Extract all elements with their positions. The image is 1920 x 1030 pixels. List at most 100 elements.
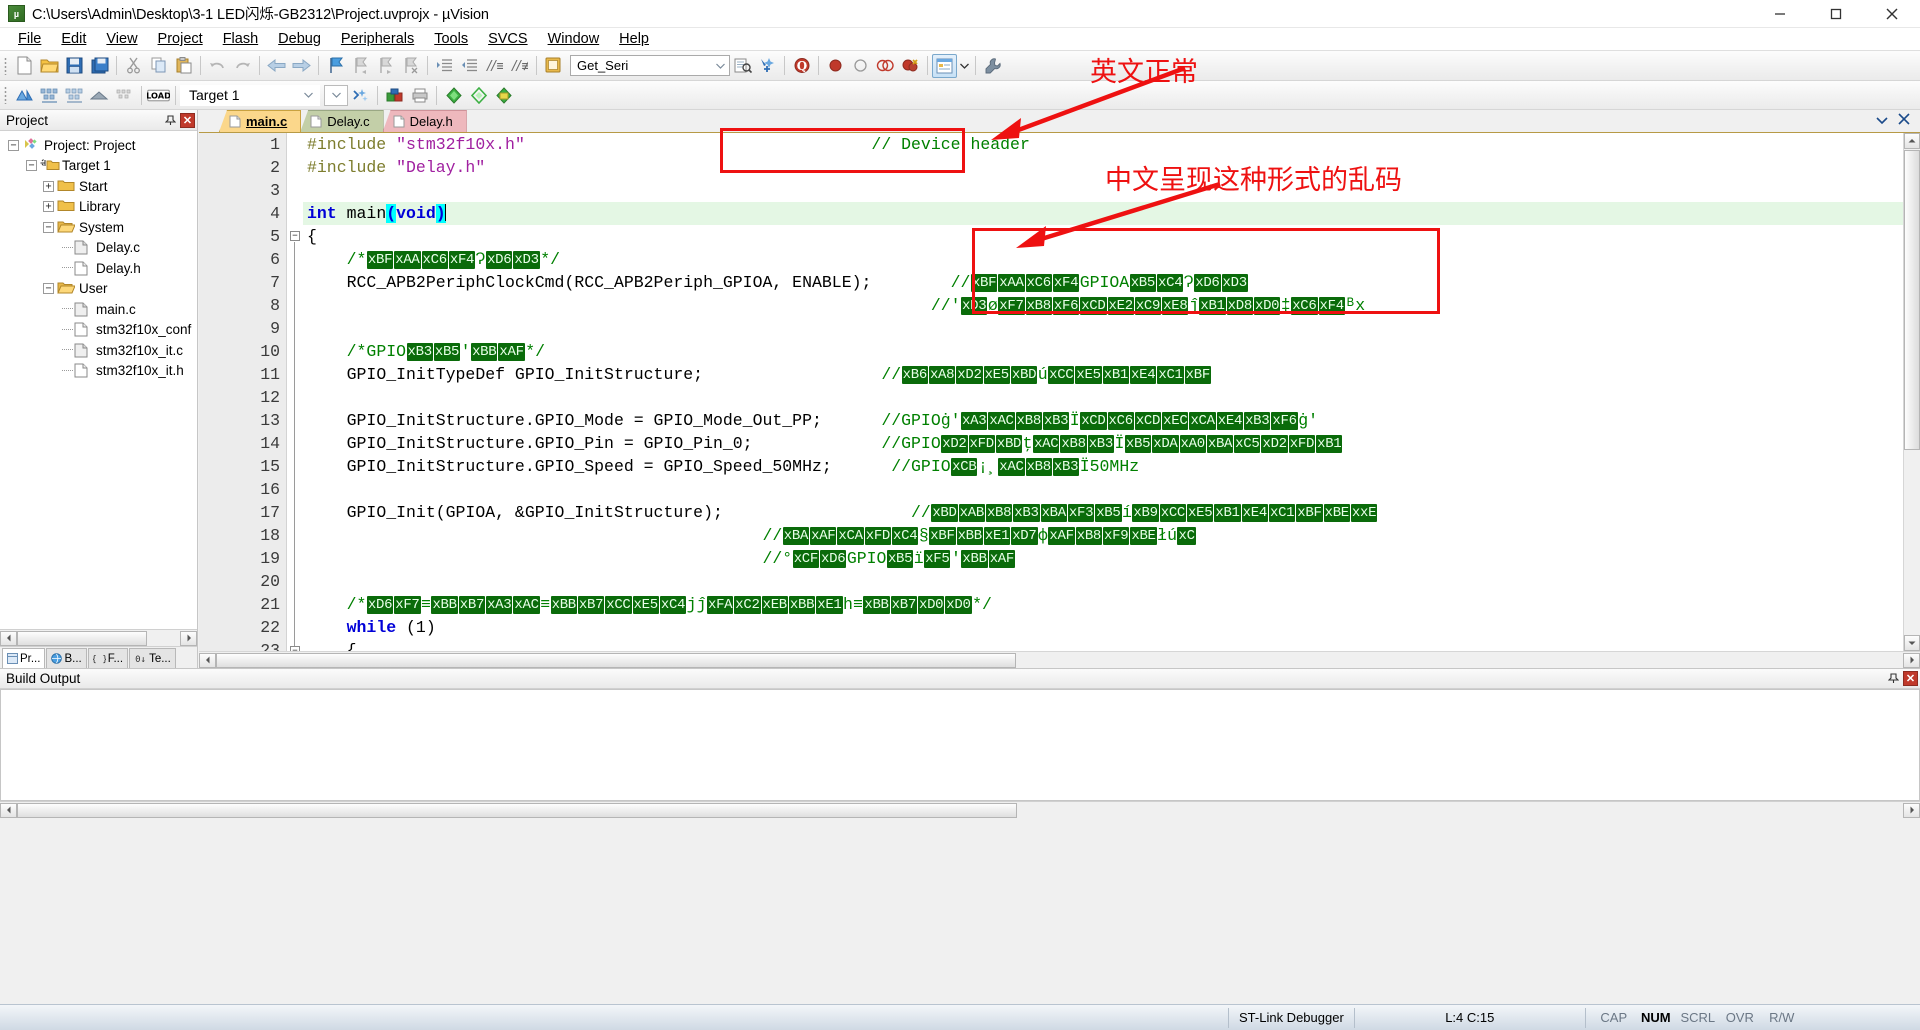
menu-file[interactable]: File <box>8 29 51 49</box>
panel-tab-functions[interactable]: { } F... <box>87 648 129 668</box>
manage-runtime-icon[interactable] <box>382 83 407 107</box>
indent-icon[interactable] <box>432 54 457 78</box>
close-icon[interactable] <box>1898 112 1910 130</box>
hscroll-thumb[interactable] <box>17 630 147 646</box>
panel-tab-project[interactable]: Pr... <box>2 648 46 668</box>
tree-item-main-c[interactable]: main.c <box>0 299 197 320</box>
chevron-down-icon[interactable] <box>300 87 317 104</box>
fold-toggle-icon[interactable]: − <box>290 231 300 241</box>
redo-icon[interactable] <box>230 54 255 78</box>
panel-tab-templates[interactable]: 0↓ Te... <box>129 648 176 668</box>
incremental-find-icon[interactable] <box>755 54 780 78</box>
expander-icon[interactable]: + <box>43 201 54 213</box>
tree-item-stm32f10x-it-h[interactable]: stm32f10x_it.h <box>0 361 197 382</box>
editor-tab-delay-h[interactable]: Delay.h <box>382 110 467 132</box>
hscroll-thumb[interactable] <box>17 802 1017 818</box>
build-icon[interactable] <box>37 83 62 107</box>
save-all-icon[interactable] <box>87 54 112 78</box>
expander-icon[interactable]: − <box>8 139 19 151</box>
navigate-back-icon[interactable] <box>264 54 289 78</box>
disable-breakpoint-icon[interactable] <box>848 54 873 78</box>
menu-window[interactable]: Window <box>538 29 610 49</box>
disable-all-breakpoints-icon[interactable] <box>873 54 898 78</box>
project-window-icon[interactable] <box>932 53 957 78</box>
chevron-down-icon[interactable] <box>712 56 729 75</box>
tree-item-user[interactable]: − User <box>0 279 197 300</box>
scroll-left-arrow[interactable] <box>199 652 216 668</box>
translate-icon[interactable] <box>12 83 37 107</box>
editor-tab-main-c[interactable]: main.c <box>219 110 302 132</box>
pin-icon[interactable] <box>1886 671 1901 686</box>
target-options-icon[interactable] <box>348 83 373 107</box>
undo-icon[interactable] <box>205 54 230 78</box>
build-output-hscrollbar[interactable] <box>0 801 1920 818</box>
build-output-text[interactable] <box>0 689 1920 801</box>
menu-help[interactable]: Help <box>609 29 659 49</box>
tree-item-delay-h[interactable]: Delay.h <box>0 258 197 279</box>
find-in-files-icon[interactable] <box>541 54 566 78</box>
menu-svcs[interactable]: SVCS <box>478 29 538 49</box>
start-debug-icon[interactable]: Q <box>789 54 814 78</box>
scroll-right-arrow[interactable] <box>180 630 197 646</box>
bookmark-toggle-icon[interactable] <box>323 54 348 78</box>
outdent-icon[interactable] <box>457 54 482 78</box>
menu-debug[interactable]: Debug <box>268 29 331 49</box>
minimize-button[interactable] <box>1752 0 1808 28</box>
manage-project-items-icon[interactable] <box>491 83 516 107</box>
tree-item-project[interactable]: − Project: Project <box>0 135 197 156</box>
insert-breakpoint-icon[interactable] <box>823 54 848 78</box>
cut-icon[interactable] <box>121 54 146 78</box>
expander-icon[interactable]: − <box>43 283 54 295</box>
scroll-right-arrow[interactable] <box>1903 802 1920 818</box>
tree-item-system[interactable]: − System <box>0 217 197 238</box>
scroll-down-arrow[interactable] <box>1904 635 1920 651</box>
target-select[interactable]: Target 1 <box>180 84 320 106</box>
toolbar-grip[interactable] <box>4 86 7 104</box>
scroll-left-arrow[interactable] <box>0 802 17 818</box>
code-folding-column[interactable]: − − <box>287 133 303 651</box>
project-panel-hscrollbar[interactable] <box>0 629 197 646</box>
pack-installer-icon[interactable] <box>466 83 491 107</box>
editor-hscrollbar[interactable] <box>199 651 1920 668</box>
tree-item-delay-c[interactable]: Delay.c <box>0 238 197 259</box>
pin-icon[interactable] <box>163 113 178 128</box>
code-text[interactable]: #include "stm32f10x.h" // Device header … <box>303 133 1920 651</box>
batch-build-icon[interactable] <box>87 83 112 107</box>
new-file-icon[interactable] <box>12 54 37 78</box>
menu-view[interactable]: View <box>96 29 147 49</box>
bookmark-prev-icon[interactable] <box>348 54 373 78</box>
menu-tools[interactable]: Tools <box>424 29 478 49</box>
print-icon[interactable] <box>407 83 432 107</box>
bookmark-clear-icon[interactable] <box>398 54 423 78</box>
close-icon[interactable]: ✕ <box>180 112 195 128</box>
paste-icon[interactable] <box>171 54 196 78</box>
open-file-icon[interactable] <box>37 54 62 78</box>
uncomment-icon[interactable]: //≢ <box>507 54 532 78</box>
stop-build-icon[interactable] <box>112 83 137 107</box>
tree-item-stm32f10x-conf[interactable]: stm32f10x_conf <box>0 320 197 341</box>
close-icon[interactable]: ✕ <box>1903 671 1918 686</box>
toolbar-grip[interactable] <box>4 56 7 75</box>
kill-all-breakpoints-icon[interactable] <box>898 54 923 78</box>
menu-project[interactable]: Project <box>148 29 213 49</box>
tree-item-start[interactable]: + Start <box>0 176 197 197</box>
hscroll-thumb[interactable] <box>216 652 1016 668</box>
download-icon[interactable]: LOAD <box>146 83 171 107</box>
scroll-right-arrow[interactable] <box>1903 652 1920 668</box>
menu-edit[interactable]: Edit <box>51 29 96 49</box>
panel-tab-books[interactable]: B... <box>46 648 87 668</box>
navigate-forward-icon[interactable] <box>289 54 314 78</box>
save-icon[interactable] <box>62 54 87 78</box>
editor-tab-delay-c[interactable]: Delay.c <box>300 110 384 132</box>
close-button[interactable] <box>1864 0 1920 28</box>
scroll-left-arrow[interactable] <box>0 630 17 646</box>
expander-icon[interactable]: − <box>26 160 37 172</box>
scroll-up-arrow[interactable] <box>1904 133 1920 149</box>
expander-icon[interactable]: + <box>43 180 54 192</box>
tree-item-stm32f10x-it-c[interactable]: stm32f10x_it.c <box>0 340 197 361</box>
code-editor[interactable]: 1 2 3 4 5 6 7 8 9 10 11 12 13 14 15 16 1… <box>199 133 1920 651</box>
menu-flash[interactable]: Flash <box>213 29 268 49</box>
editor-vscrollbar[interactable] <box>1903 133 1920 651</box>
maximize-button[interactable] <box>1808 0 1864 28</box>
vscroll-thumb[interactable] <box>1904 150 1920 450</box>
